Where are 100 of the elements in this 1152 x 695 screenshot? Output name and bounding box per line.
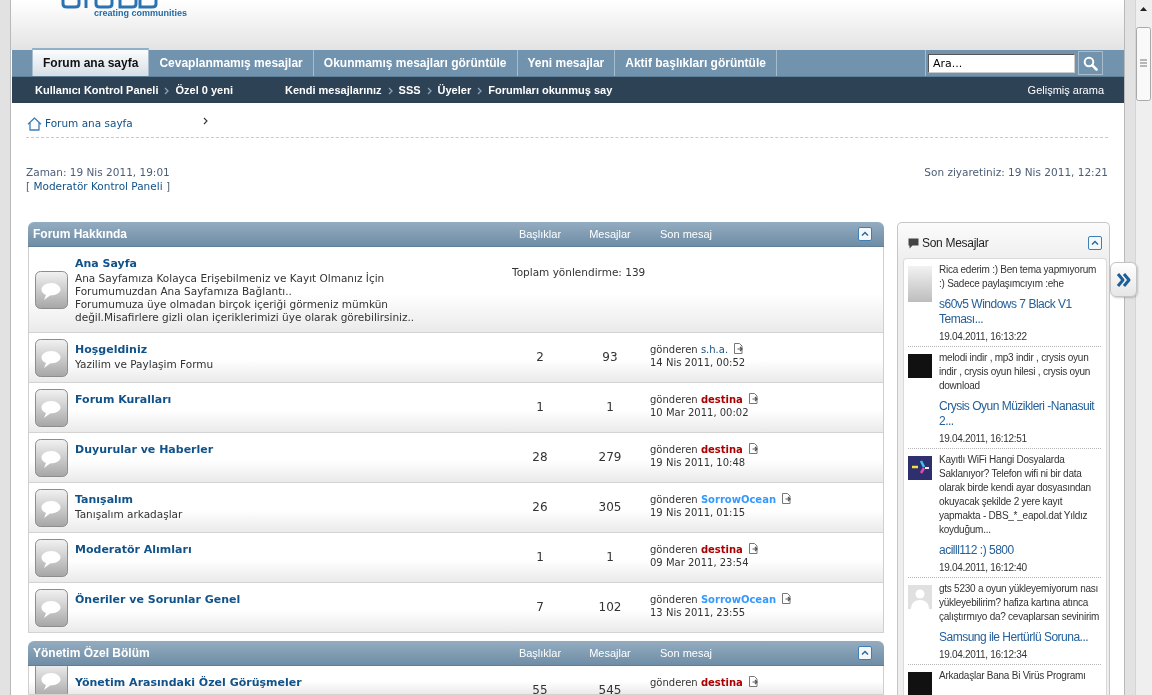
forum-title-link[interactable]: Forum Kuralları — [75, 392, 172, 408]
author-link[interactable]: destina — [700, 394, 743, 405]
nav-link[interactable]: Üyeler — [437, 84, 472, 96]
forum-title-link[interactable]: Hoşgeldiniz — [75, 342, 148, 358]
post-date: 19.04.2011, 16:13:22 — [939, 330, 1028, 343]
logo-tagline: creating communities — [94, 8, 188, 18]
topic-link[interactable]: Crysis Oyun Müzikleri -Nanasuit 2... — [939, 399, 1101, 429]
chevron-icon — [202, 117, 208, 125]
topic-count: 28 — [531, 449, 549, 466]
forum-title-link[interactable]: Öneriler ve Sorunlar Genel — [75, 592, 241, 608]
chevron-icon — [477, 86, 483, 95]
home-icon — [27, 116, 42, 131]
topic-count: 7 — [535, 599, 545, 616]
speech-bubble-icon — [35, 488, 68, 527]
moderator-panel-line: [ Moderatör Kontrol Paneli ] — [26, 179, 170, 193]
forum-description: Ana Sayfamıza Kolayca Erişebilmeniz ve Kayıt Olmanız İçin Forumumuzdan Ana Sayfamıza Bağlantı.. — [75, 272, 386, 298]
forum-title-link[interactable]: Yönetim Arasındaki Özel Görüşmeler — [75, 675, 302, 691]
post-excerpt: Rica ederim :) Ben tema yapmıyorum :) Sadece paylaşımcıyım :ehe — [939, 263, 1098, 291]
avatar-silhouette-icon — [908, 585, 932, 609]
post-date: 19.04.2011, 16:12:40 — [939, 561, 1028, 574]
photo-placeholder — [908, 672, 932, 695]
chevron-icon — [387, 86, 393, 95]
posted-by-label: gönderen — [650, 394, 698, 405]
speech-bubble-icon — [35, 538, 68, 577]
collapse-icon[interactable] — [858, 646, 872, 660]
scrollbar[interactable] — [1135, 0, 1152, 695]
column-header: Mesajlar — [588, 647, 632, 659]
post-count: 93 — [601, 349, 619, 366]
page-arrow-icon[interactable] — [747, 543, 759, 554]
post-date: 10 Mar 2011, 00:02 — [650, 406, 750, 419]
nav-link[interactable]: Özel 0 yeni — [175, 84, 233, 96]
post-count: 305 — [597, 499, 623, 516]
speech-bubble-icon — [35, 588, 68, 627]
category-title: Forum Hakkında — [32, 227, 129, 241]
redirect-count: Toplam yönlendirme: 139 — [511, 265, 647, 280]
post-excerpt: melodi indir , mp3 indir , crysis oyun indir , crysis oyun hilesi , crysis oyun download — [939, 351, 1092, 393]
forum-title-link[interactable]: Ana Sayfa — [75, 256, 137, 272]
page-arrow-icon[interactable] — [747, 393, 759, 404]
nav-link[interactable]: Forumları okunmuş say — [488, 84, 613, 96]
page-arrow-icon[interactable] — [733, 343, 745, 354]
moderator-panel-link[interactable]: Moderatör Kontrol Paneli — [33, 180, 163, 192]
posted-by-label: gönderen — [650, 544, 698, 555]
post-excerpt: gts 5230 a oyun yükleyemiyorum nası yükleyebilirim? hafiza kartına atınca çalıştırmıyo da? cevaplarsan sevinirim — [939, 582, 1100, 624]
last-visit: Son ziyaretiniz: 19 Nis 2011, 12:21 — [924, 165, 1108, 180]
topic-count: 26 — [531, 499, 549, 516]
author-link[interactable]: destina — [700, 544, 743, 555]
double-chevron-icon — [1115, 271, 1132, 288]
speech-bubble-icon — [35, 438, 68, 477]
topic-count: 1 — [535, 399, 545, 416]
advanced-search-link[interactable]: Gelişmiş arama — [1027, 84, 1104, 96]
page-arrow-icon[interactable] — [747, 443, 759, 454]
post-count: 1 — [605, 549, 615, 566]
posted-by-label: gönderen — [650, 494, 698, 505]
column-header: Son mesaj — [660, 647, 712, 659]
photo-placeholder — [908, 354, 932, 378]
topic-count: 55 — [531, 682, 549, 694]
topic-link[interactable]: acilll112 :) 5800 — [939, 543, 1101, 558]
speech-bubble-icon — [35, 338, 68, 377]
nav-tab[interactable]: Forum ana sayfa — [32, 48, 150, 76]
forum-title-link[interactable]: Moderatör Alımları — [75, 542, 192, 558]
author-link[interactable]: destina — [700, 444, 743, 455]
post-date: 13 Nis 2011, 23:55 — [650, 606, 747, 619]
sidebar-title: Son Mesajlar — [922, 236, 989, 250]
speech-bubble-icon — [908, 237, 919, 249]
post-count: 279 — [597, 449, 623, 466]
forum-description: Tanışalım arkadaşlar — [75, 508, 184, 521]
topic-count: 1 — [535, 549, 545, 566]
posted-by-label: gönderen — [650, 444, 698, 455]
search-field[interactable]: Ara... — [928, 53, 1075, 73]
collapse-icon[interactable] — [1088, 236, 1102, 250]
topic-link[interactable]: Samsung ile Hertürlü Soruna... — [939, 630, 1101, 645]
speech-bubble-icon — [35, 388, 68, 427]
collapse-icon[interactable] — [858, 227, 872, 241]
posted-by-label: gönderen — [650, 677, 698, 688]
nav-link[interactable]: SSS — [398, 84, 421, 96]
chevron-icon — [426, 86, 432, 95]
forum-description: Yazilim ve Paylaşim Formu — [75, 358, 215, 371]
nav-link[interactable]: Kullanıcı Kontrol Paneli — [35, 84, 159, 96]
search-button[interactable] — [1078, 51, 1103, 75]
page-arrow-icon[interactable] — [781, 593, 792, 604]
forum-title-link[interactable]: Tanışalım — [75, 492, 134, 508]
page-arrow-icon[interactable] — [747, 676, 759, 687]
breadcrumb-link[interactable]: Forum ana sayfa — [45, 116, 133, 131]
topic-link[interactable]: s60v5 Windows 7 Black V1 Teması... — [939, 297, 1101, 327]
search-icon — [1083, 55, 1098, 71]
photo-placeholder — [908, 266, 932, 302]
post-count: 102 — [597, 599, 623, 616]
post-date: 09 Mar 2011, 23:54 — [650, 556, 750, 569]
column-header: Mesajlar — [588, 228, 632, 240]
forum-title-link[interactable]: Duyurular ve Haberler — [75, 442, 214, 458]
post-count: 545 — [597, 682, 623, 694]
post-excerpt: Kayıtlı WiFi Hangi Dosyalarda Saklanıyor? Telefon wifi ni bir data olarak birde kendi ayar dosyasından okuyacak şekilde 2 yere kayıt yapmakta - DBS_*_eapol.dat Yıldız koyduğum... — [939, 453, 1092, 537]
nav-link[interactable]: Kendi mesajlarınız — [284, 84, 382, 96]
page-arrow-icon[interactable] — [781, 493, 792, 504]
column-header: Son mesaj — [660, 228, 712, 240]
posted-by-label: gönderen — [650, 594, 698, 605]
expand-button[interactable] — [1110, 262, 1137, 297]
post-excerpt: Arkadaşlar Bana Bi Virüs Programı — [939, 669, 1087, 683]
author-link[interactable]: s.h.a. — [700, 344, 729, 355]
author-link[interactable]: destina — [700, 677, 743, 688]
